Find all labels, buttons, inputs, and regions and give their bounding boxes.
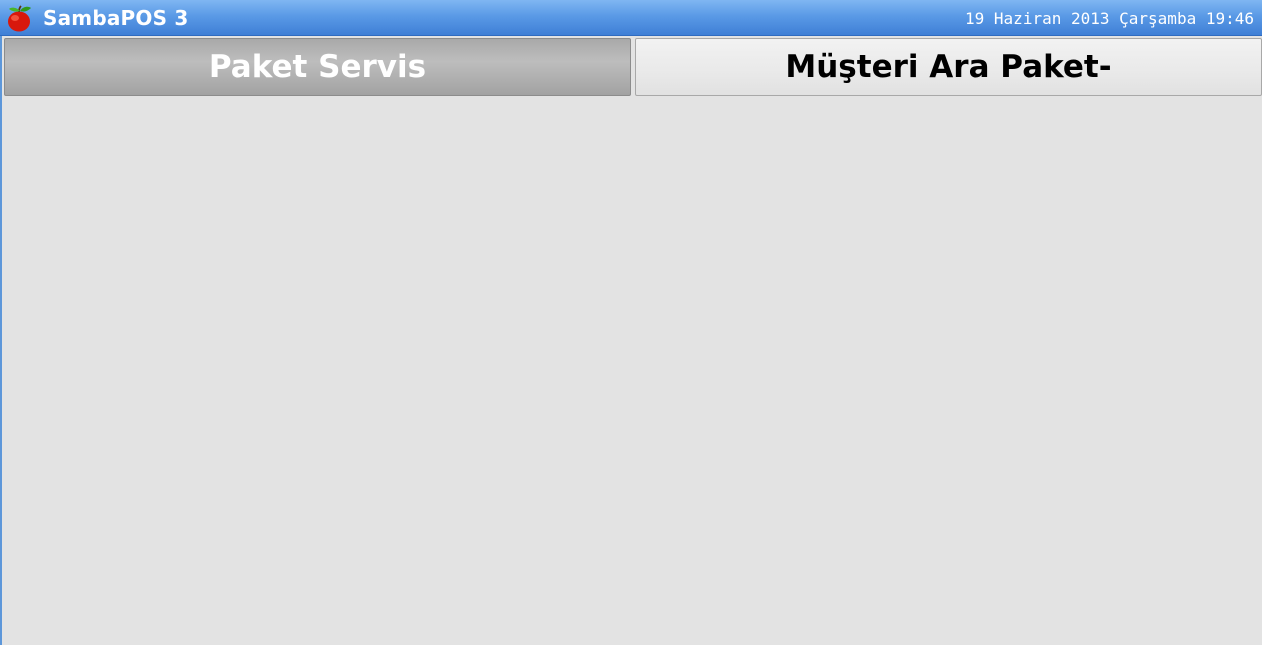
main-content: Paket Servis Müşteri Ara Paket- [2, 36, 1262, 645]
app-title: SambaPOS 3 [43, 6, 189, 30]
title-bar: SambaPOS 3 19 Haziran 2013 Çarşamba 19:4… [0, 0, 1262, 36]
clock-datetime: 19 Haziran 2013 Çarşamba 19:46 [965, 9, 1254, 28]
apple-icon [8, 5, 31, 32]
tab-musteri-ara-paket[interactable]: Müşteri Ara Paket- [635, 38, 1262, 96]
tab-paket-servis[interactable]: Paket Servis [4, 38, 631, 96]
